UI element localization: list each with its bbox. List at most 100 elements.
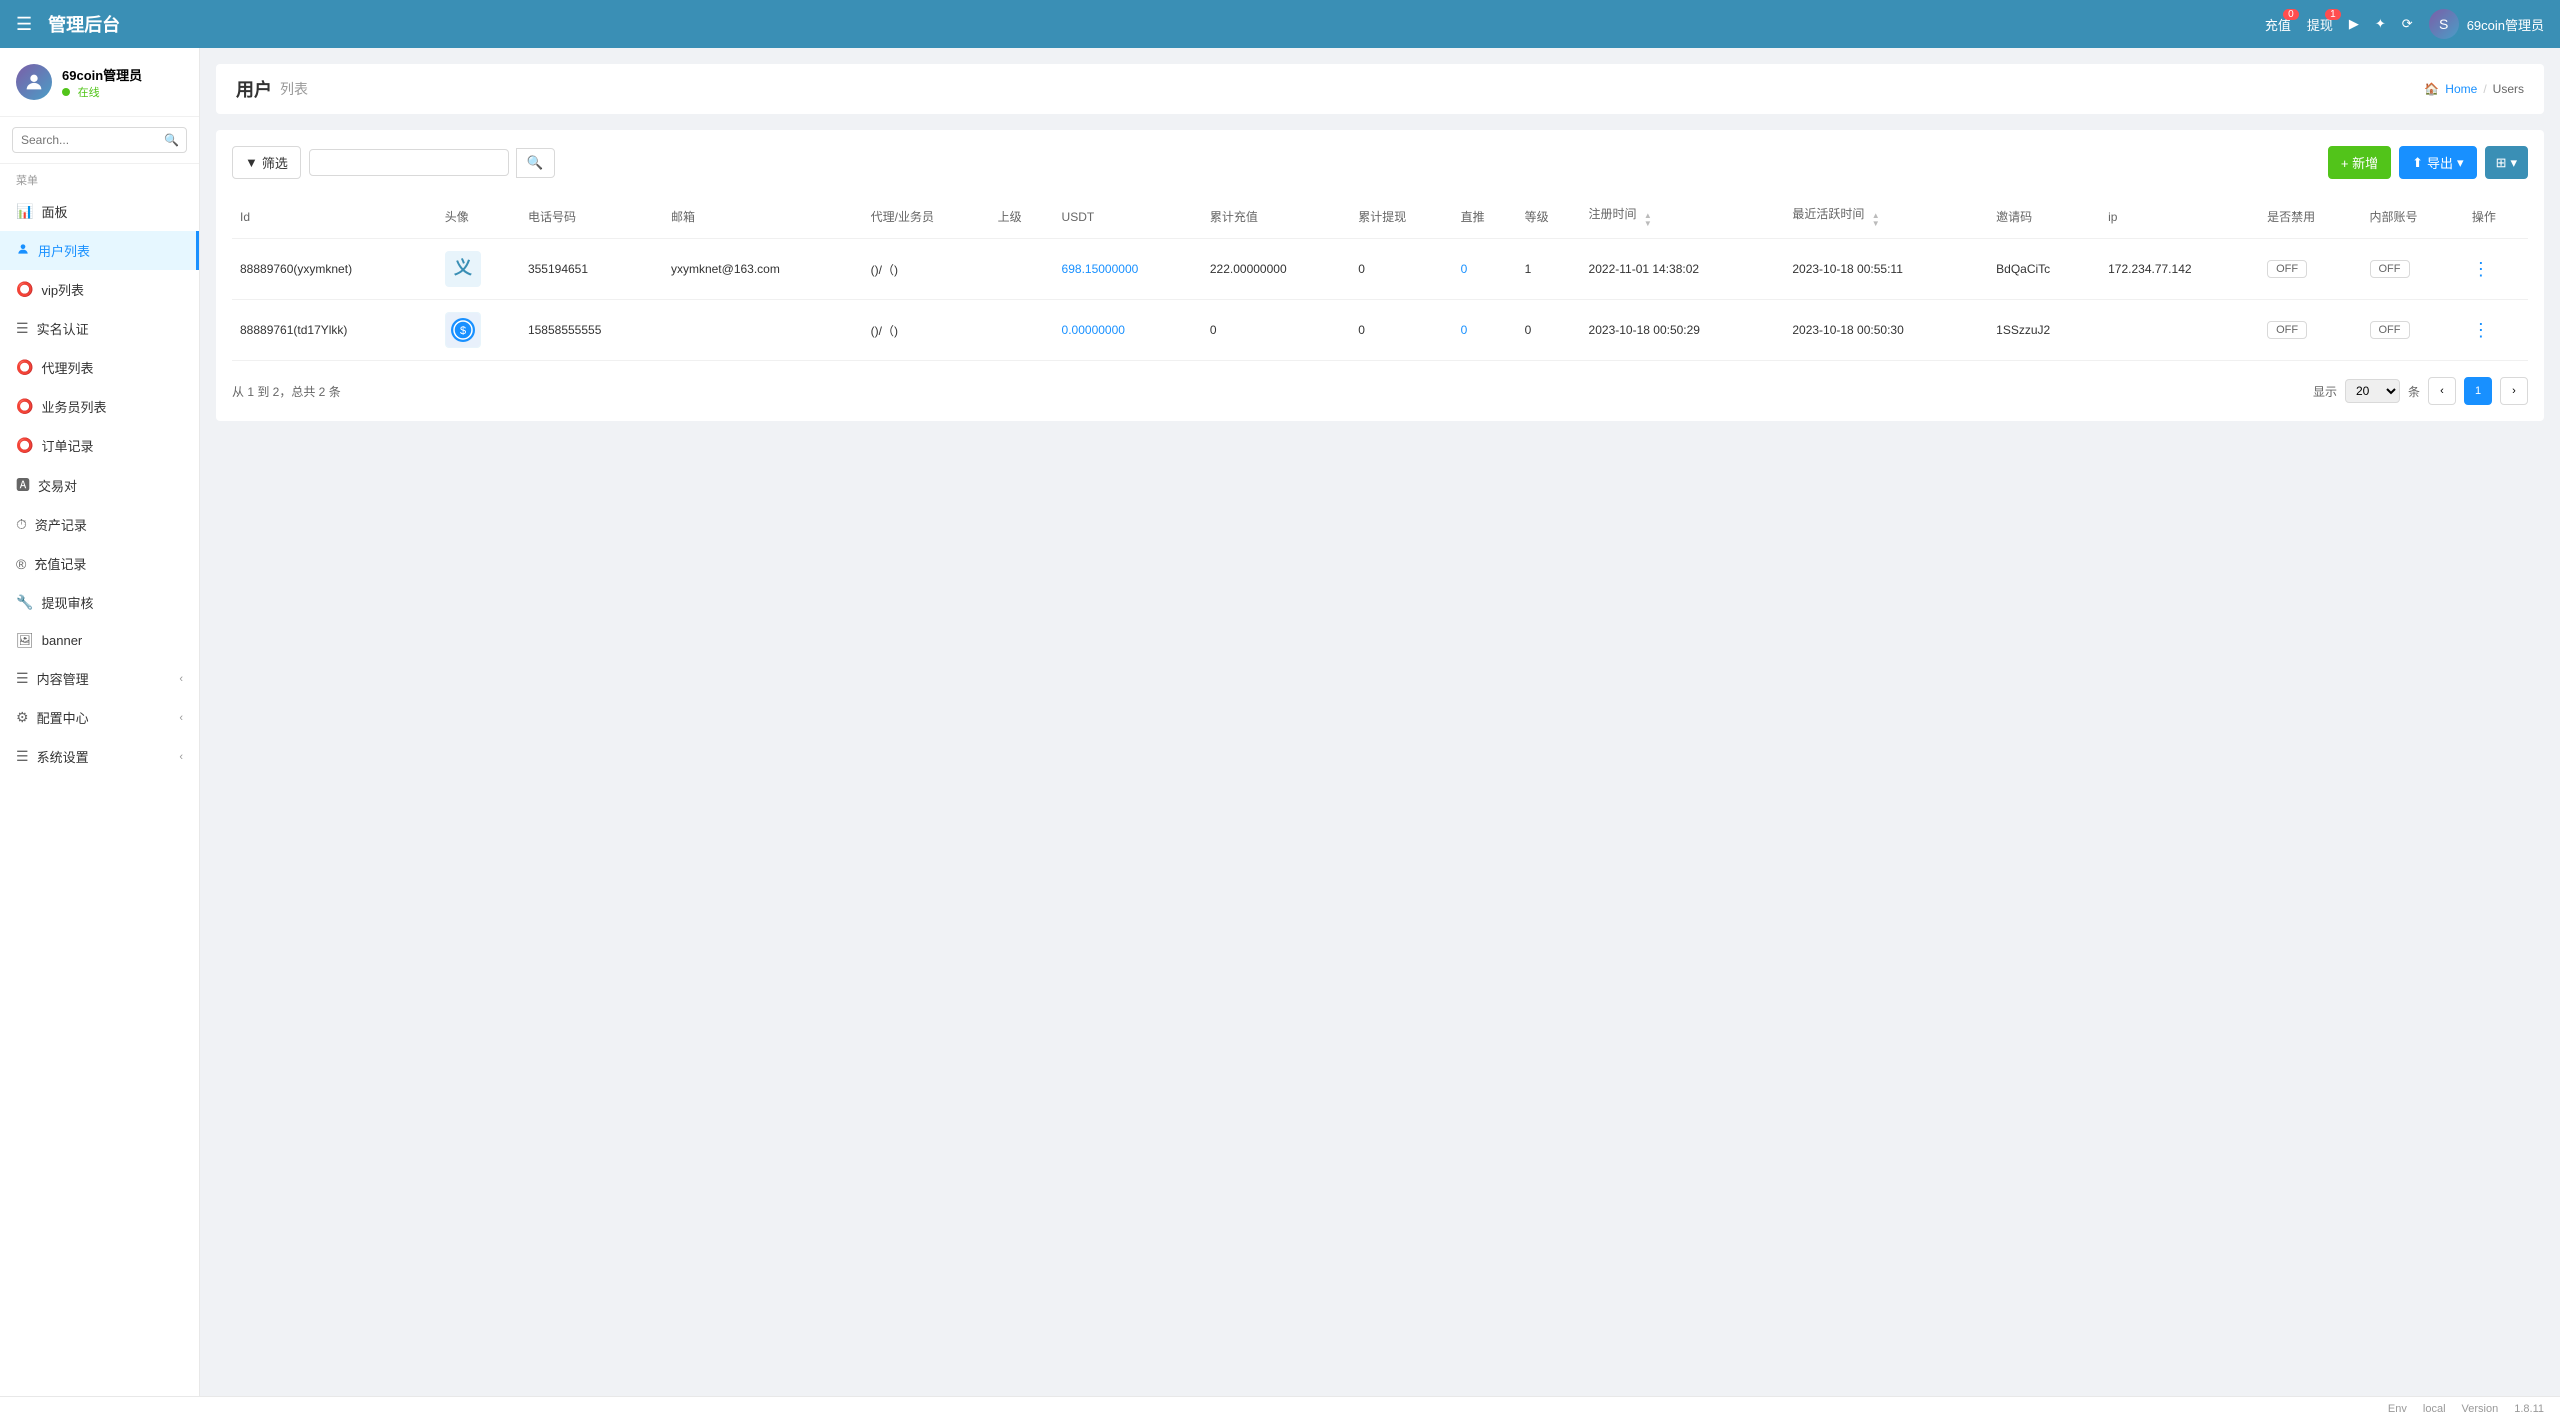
play-icon[interactable]: ▶ xyxy=(2349,16,2359,32)
export-label: 导出 xyxy=(2427,153,2453,172)
admin-profile[interactable]: S 69coin管理员 xyxy=(2429,9,2544,39)
cell-avatar: 义 xyxy=(437,239,520,300)
col-grade: 等级 xyxy=(1517,195,1581,239)
cell-total-recharge: 0 xyxy=(1202,300,1350,361)
next-page-button[interactable]: › xyxy=(2500,377,2528,405)
sort-reg-time[interactable]: ▲▼ xyxy=(1644,212,1652,228)
prev-page-button[interactable]: ‹ xyxy=(2428,377,2456,405)
withdraw-action[interactable]: 提现 1 xyxy=(2307,15,2333,34)
banned-toggle[interactable]: OFF xyxy=(2267,321,2307,339)
cell-usdt: 0.00000000 xyxy=(1054,300,1202,361)
export-button[interactable]: ⬆ 导出 ▾ xyxy=(2399,146,2476,179)
sidebar-item-assets[interactable]: ⏱ 资产记录 xyxy=(0,505,199,544)
cell-email xyxy=(663,300,863,361)
sidebar-item-trades[interactable]: 🅰 交易对 xyxy=(0,465,199,505)
profile-avatar xyxy=(16,64,52,100)
grid-icon: ⊞ xyxy=(2496,155,2507,171)
breadcrumb-home[interactable]: Home xyxy=(2445,82,2477,96)
config-icon: ⚙ xyxy=(16,709,29,726)
cell-internal-account: OFF xyxy=(2362,300,2464,361)
col-last-active[interactable]: 最近活跃时间 ▲▼ xyxy=(1784,195,1988,239)
sidebar-item-content[interactable]: ☰ 内容管理 ‹ xyxy=(0,659,199,698)
page-size-select[interactable]: 20 50 100 xyxy=(2345,379,2400,403)
settings-icon[interactable]: ✦ xyxy=(2375,16,2386,32)
add-button[interactable]: + 新增 xyxy=(2328,146,2391,179)
vip-icon: ⭕ xyxy=(16,281,33,298)
realname-icon: ☰ xyxy=(16,320,29,337)
col-reg-time[interactable]: 注册时间 ▲▼ xyxy=(1581,195,1785,239)
sort-last-active[interactable]: ▲▼ xyxy=(1872,212,1880,228)
search-icon: 🔍 xyxy=(164,133,179,147)
col-usdt: USDT xyxy=(1054,195,1202,239)
sidebar-label-realname: 实名认证 xyxy=(37,319,89,338)
sidebar-item-withdraw[interactable]: 🔧 提现审核 xyxy=(0,583,199,622)
sidebar-label-banner: banner xyxy=(42,633,82,648)
col-agent: 代理/业务员 xyxy=(863,195,990,239)
cell-id: 88889761(td17Ylkk) xyxy=(232,300,437,361)
header-actions: 充值 0 提现 1 ▶ ✦ ⟳ S 69coin管理员 xyxy=(2265,9,2544,39)
app-title: 管理后台 xyxy=(48,11,120,37)
cell-phone: 15858555555 xyxy=(520,300,663,361)
trades-icon: 🅰 xyxy=(16,475,30,495)
grid-view-button[interactable]: ⊞ ▾ xyxy=(2485,146,2528,179)
refresh-icon[interactable]: ⟳ xyxy=(2402,16,2413,32)
search-filter-button[interactable]: 🔍 xyxy=(516,148,555,178)
table-card: ▼ 筛选 🔍 + 新增 ⬆ 导出 ▾ ⊞ ▾ xyxy=(216,130,2544,421)
per-page-unit: 条 xyxy=(2408,383,2420,400)
sidebar-label-content: 内容管理 xyxy=(37,669,89,688)
user-avatar: 义 xyxy=(445,251,481,287)
cell-last-active: 2023-10-18 00:55:11 xyxy=(1784,239,1988,300)
table-header-row: Id 头像 电话号码 邮箱 代理/业务员 上级 USDT 累计充值 累计提现 直… xyxy=(232,195,2528,239)
system-arrow: ‹ xyxy=(179,751,183,763)
more-actions-button[interactable]: ⋮ xyxy=(2472,320,2490,341)
users-icon xyxy=(16,242,30,259)
sidebar-label-recharge: 充值记录 xyxy=(34,554,86,573)
system-icon: ☰ xyxy=(16,748,29,765)
sidebar-item-dashboard[interactable]: 📊 面板 xyxy=(0,192,199,231)
cell-phone: 355194651 xyxy=(520,239,663,300)
sidebar-item-recharge[interactable]: ® 充值记录 xyxy=(0,544,199,583)
sidebar-label-system: 系统设置 xyxy=(37,747,89,766)
page-title-area: 用户 列表 xyxy=(236,76,308,102)
user-avatar: $ xyxy=(445,312,481,348)
col-total-recharge: 累计充值 xyxy=(1202,195,1350,239)
profile-status: 在线 xyxy=(62,84,142,100)
cell-reg-time: 2023-10-18 00:50:29 xyxy=(1581,300,1785,361)
sidebar-item-realname[interactable]: ☰ 实名认证 xyxy=(0,309,199,348)
cell-avatar: $ xyxy=(437,300,520,361)
sidebar-item-vip[interactable]: ⭕ vip列表 xyxy=(0,270,199,309)
hamburger-icon[interactable]: ☰ xyxy=(16,14,32,35)
page-1-button[interactable]: 1 xyxy=(2464,377,2492,405)
display-label: 显示 xyxy=(2313,383,2337,400)
search-input[interactable] xyxy=(12,127,187,153)
sidebar-label-users: 用户列表 xyxy=(38,241,90,260)
search-filter-input[interactable] xyxy=(309,149,509,176)
banned-toggle[interactable]: OFF xyxy=(2267,260,2307,278)
page-controls: 显示 20 50 100 条 ‹ 1 › xyxy=(2313,377,2528,405)
sidebar-item-staff[interactable]: ⭕ 业务员列表 xyxy=(0,387,199,426)
sidebar-item-agents[interactable]: ⭕ 代理列表 xyxy=(0,348,199,387)
breadcrumb-sep: / xyxy=(2483,82,2486,96)
col-phone: 电话号码 xyxy=(520,195,663,239)
toolbar-right: + 新增 ⬆ 导出 ▾ ⊞ ▾ xyxy=(2328,146,2528,179)
more-actions-button[interactable]: ⋮ xyxy=(2472,259,2490,280)
sidebar-item-system[interactable]: ☰ 系统设置 ‹ xyxy=(0,737,199,776)
sidebar-item-banner[interactable]: 🖼 banner xyxy=(0,622,199,659)
recharge-action[interactable]: 充值 0 xyxy=(2265,15,2291,34)
menu-section-label: 菜单 xyxy=(0,164,199,192)
footer-bar: Env local Version 1.8.11 xyxy=(0,1396,2560,1421)
sidebar-item-config[interactable]: ⚙ 配置中心 ‹ xyxy=(0,698,199,737)
filter-button[interactable]: ▼ 筛选 xyxy=(232,146,301,179)
online-text: 在线 xyxy=(78,87,100,99)
cell-direct: 0 xyxy=(1453,300,1517,361)
col-email: 邮箱 xyxy=(663,195,863,239)
internal-toggle[interactable]: OFF xyxy=(2370,260,2410,278)
sidebar-item-users[interactable]: 用户列表 xyxy=(0,231,199,270)
cell-agent: ()/（) xyxy=(863,300,990,361)
internal-toggle[interactable]: OFF xyxy=(2370,321,2410,339)
profile-info: 69coin管理员 在线 xyxy=(62,65,142,100)
page-title: 用户 xyxy=(236,76,272,102)
search-filter-icon: 🔍 xyxy=(527,155,544,170)
content-icon: ☰ xyxy=(16,670,29,687)
sidebar-item-orders[interactable]: ⭕ 订单记录 xyxy=(0,426,199,465)
